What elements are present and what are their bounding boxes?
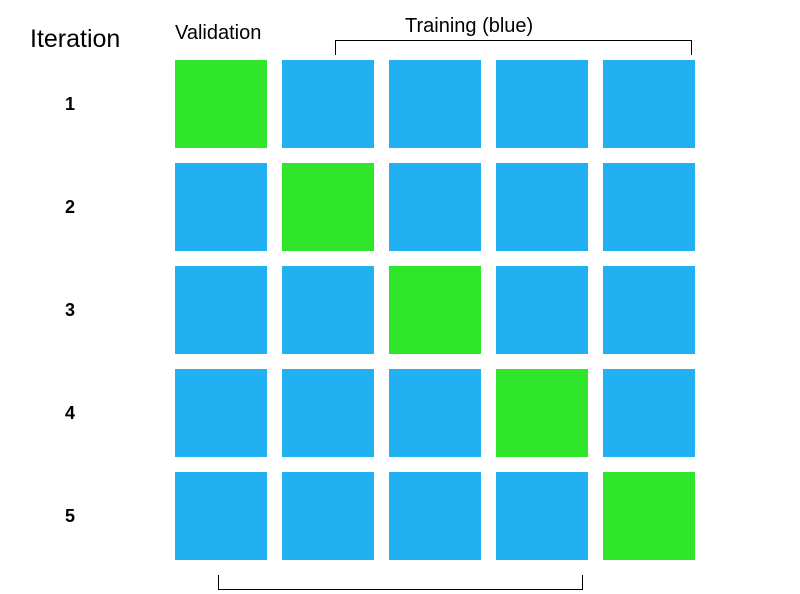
fold-cell [496, 369, 588, 457]
fold-cell [282, 60, 374, 148]
fold-cell [389, 472, 481, 560]
fold-cell [389, 60, 481, 148]
fold-cell [389, 369, 481, 457]
fold-cell [389, 163, 481, 251]
row-label: 1 [55, 60, 85, 148]
fold-cell [282, 369, 374, 457]
fold-cell [496, 472, 588, 560]
row-label: 5 [55, 472, 85, 560]
fold-cell [603, 472, 695, 560]
fold-cell [175, 60, 267, 148]
fold-cell [496, 163, 588, 251]
training-heading: Training (blue) [405, 15, 533, 38]
row-label: 4 [55, 369, 85, 457]
fold-row [175, 163, 695, 251]
row-label: 3 [55, 266, 85, 354]
fold-cell [603, 369, 695, 457]
bracket-bottom [218, 575, 583, 590]
fold-cell [603, 60, 695, 148]
fold-cell [282, 163, 374, 251]
fold-row [175, 369, 695, 457]
fold-cell [175, 266, 267, 354]
fold-cell [496, 266, 588, 354]
fold-cell [175, 163, 267, 251]
fold-cell [282, 266, 374, 354]
fold-row [175, 60, 695, 148]
fold-cell [496, 60, 588, 148]
fold-cell [603, 163, 695, 251]
fold-cell [175, 472, 267, 560]
row-label: 2 [55, 163, 85, 251]
fold-row [175, 266, 695, 354]
training-bracket-top [335, 40, 692, 55]
fold-cell [603, 266, 695, 354]
validation-heading: Validation [175, 22, 261, 45]
fold-grid [175, 60, 695, 575]
row-labels: 1 2 3 4 5 [55, 60, 85, 575]
fold-cell [389, 266, 481, 354]
fold-cell [282, 472, 374, 560]
iteration-heading: Iteration [30, 25, 120, 54]
fold-row [175, 472, 695, 560]
cross-validation-diagram: Iteration Validation Training (blue) 1 2… [0, 0, 800, 594]
fold-cell [175, 369, 267, 457]
